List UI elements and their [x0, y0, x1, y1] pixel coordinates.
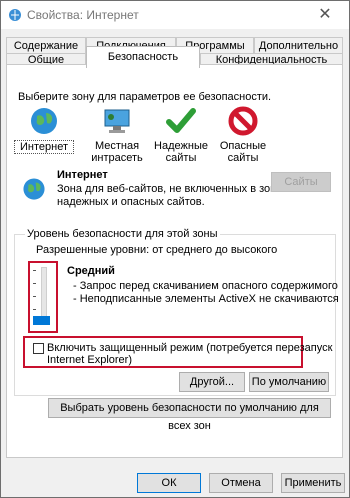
allowed-levels-label: Разрешенные уровни: от среднего до высок… [36, 244, 278, 256]
zone-intranet-label-2: интрасеть [91, 152, 143, 164]
apply-button[interactable]: Применить [281, 473, 345, 493]
title-bar: Свойства: Интернет ✕ [1, 1, 349, 29]
zone-restricted-label-1: Опасные [219, 140, 267, 152]
default-level-button[interactable]: По умолчанию [249, 372, 329, 392]
zone-intranet-label-1: Местная [94, 140, 140, 152]
security-level-name: Средний [67, 265, 115, 277]
zone-description-2: надежных и опасных сайтов. [57, 196, 205, 208]
tab-content[interactable]: Содержание [6, 37, 86, 53]
level-bullet-2: - Неподписанные элементы ActiveX не скач… [73, 293, 339, 305]
zone-trusted-label-2: сайты [165, 152, 197, 164]
zone-restricted-label-2: сайты [227, 152, 259, 164]
zone-restricted-sites[interactable]: Опасные сайты [213, 105, 273, 164]
zone-globe-icon [23, 178, 45, 200]
internet-options-icon [9, 9, 21, 21]
zone-internet[interactable]: Интернет [14, 105, 74, 154]
zone-local-intranet[interactable]: Местная интрасеть [87, 105, 147, 164]
cancel-button[interactable]: Отмена [209, 473, 273, 493]
zone-description-1: Зона для веб-сайтов, не включенных в зон… [57, 183, 285, 195]
zone-trusted-label-1: Надежные [154, 140, 208, 152]
slider-highlight-box [28, 261, 58, 333]
protected-mode-label-1: Включить защищенный режим (потребуется п… [47, 342, 333, 354]
security-level-title: Уровень безопасности для этой зоны [25, 228, 220, 240]
zone-name: Интернет [57, 169, 108, 181]
intranet-icon [104, 109, 130, 133]
ok-button[interactable]: ОК [137, 473, 201, 493]
reset-all-zones-button[interactable]: Выбрать уровень безопасности по умолчани… [48, 398, 331, 432]
checkmark-icon [166, 108, 196, 133]
zone-prompt: Выберите зону для параметров ее безопасн… [18, 91, 272, 103]
protected-mode-label-2: Internet Explorer) [47, 354, 132, 366]
internet-properties-window: Свойства: Интернет ✕ Содержание Подключе… [0, 0, 350, 498]
tab-security[interactable]: Безопасность [86, 46, 200, 68]
zone-trusted-sites[interactable]: Надежные сайты [151, 105, 211, 164]
zone-internet-label: Интернет [14, 140, 74, 154]
tab-advanced[interactable]: Дополнительно [254, 37, 343, 53]
sites-button[interactable]: Сайты [271, 172, 331, 192]
custom-level-button[interactable]: Другой... [179, 372, 245, 392]
restricted-icon [228, 106, 258, 136]
window-title: Свойства: Интернет [27, 8, 139, 22]
protected-mode-checkbox[interactable] [33, 343, 44, 354]
close-button[interactable]: ✕ [309, 6, 341, 24]
level-bullet-1: - Запрос перед скачиванием опасного соде… [73, 280, 338, 292]
globe-icon [31, 108, 57, 134]
